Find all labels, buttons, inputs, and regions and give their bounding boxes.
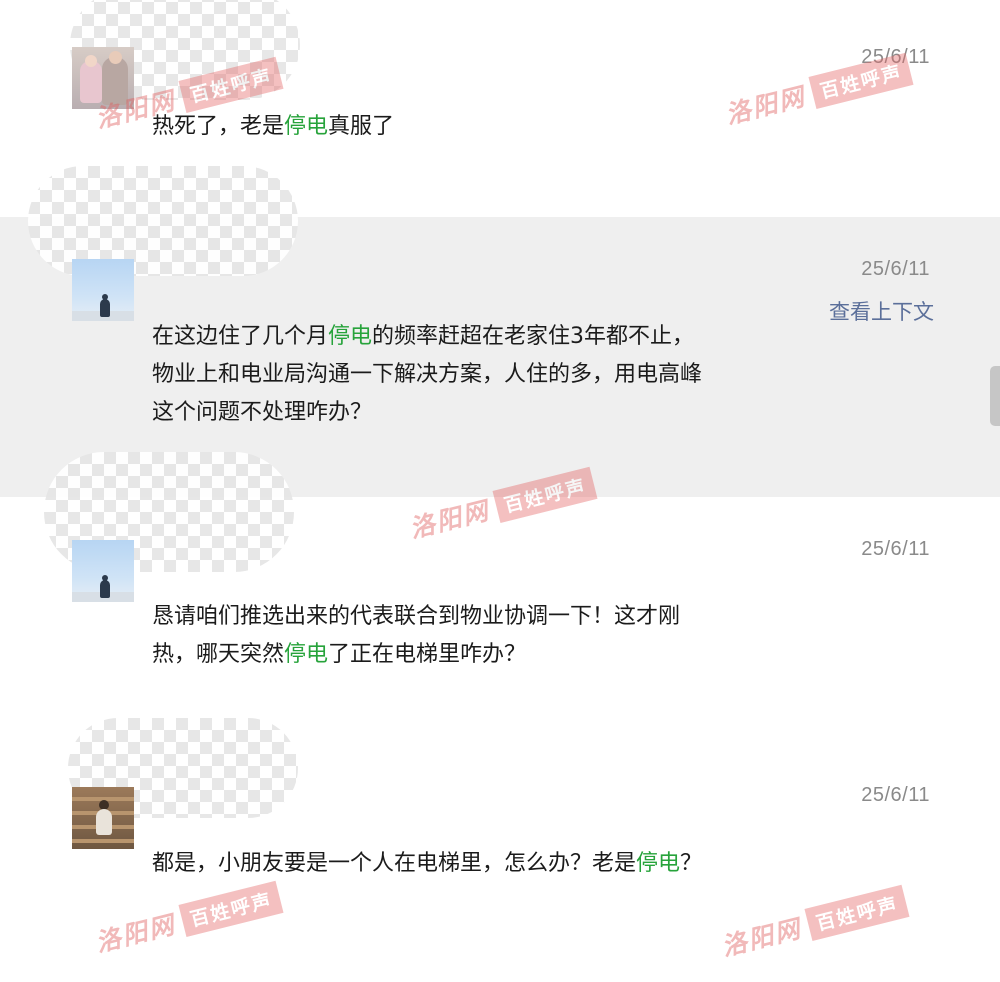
view-context-link[interactable]: 查看上下文 (829, 296, 934, 326)
comment-timestamp: 25/6/11 (861, 258, 930, 280)
comment-text: 恳请咱们推选出来的代表联合到物业协调一下！这才刚 热，哪天突然停电了正在电梯里咋… (152, 598, 812, 674)
comment-line: 物业上和电业局沟通一下解决方案，人住的多，用电高峰 (152, 362, 703, 387)
comment-timestamp: 25/6/11 (861, 46, 930, 68)
keyword-highlight: 停电 (328, 324, 373, 349)
avatar-street-child[interactable] (72, 787, 134, 849)
masked-username (28, 166, 298, 276)
comment-timestamp: 25/6/11 (861, 538, 930, 560)
comment-line: 恳请咱们推选出来的代表联合到物业协调一下！这才刚 (152, 604, 681, 629)
keyword-highlight: 停电 (284, 642, 329, 667)
watermark-logo: 洛阳网 百姓呼声 (92, 879, 284, 960)
keyword-highlight: 停电 (636, 851, 681, 876)
avatar-sky-person[interactable] (72, 259, 134, 321)
comment-thread-screen: 25/6/11 热死了，老是停电真服了 25/6/11 查看上下文 在这边住了几… (0, 0, 1000, 982)
scrollbar-thumb[interactable] (990, 366, 1000, 426)
comment-text: 热死了，老是停电真服了 (152, 114, 395, 139)
watermark-logo: 洛阳网 百姓呼声 (718, 883, 910, 964)
comment-line: 在这边住了几个月停电的频率赶超在老家住3年都不止， (152, 324, 695, 349)
comment-timestamp: 25/6/11 (861, 784, 930, 806)
comment-text: 都是，小朋友要是一个人在电梯里，怎么办？老是停电？ (152, 851, 703, 876)
keyword-highlight: 停电 (284, 114, 329, 139)
comment-line: 这个问题不处理咋办？ (152, 400, 373, 425)
avatar-sky-person[interactable] (72, 540, 134, 602)
comment-text: 在这边住了几个月停电的频率赶超在老家住3年都不止， 物业上和电业局沟通一下解决方… (152, 318, 812, 432)
comment-line: 热，哪天突然停电了正在电梯里咋办？ (152, 642, 527, 667)
avatar-family-photo[interactable] (72, 47, 134, 109)
